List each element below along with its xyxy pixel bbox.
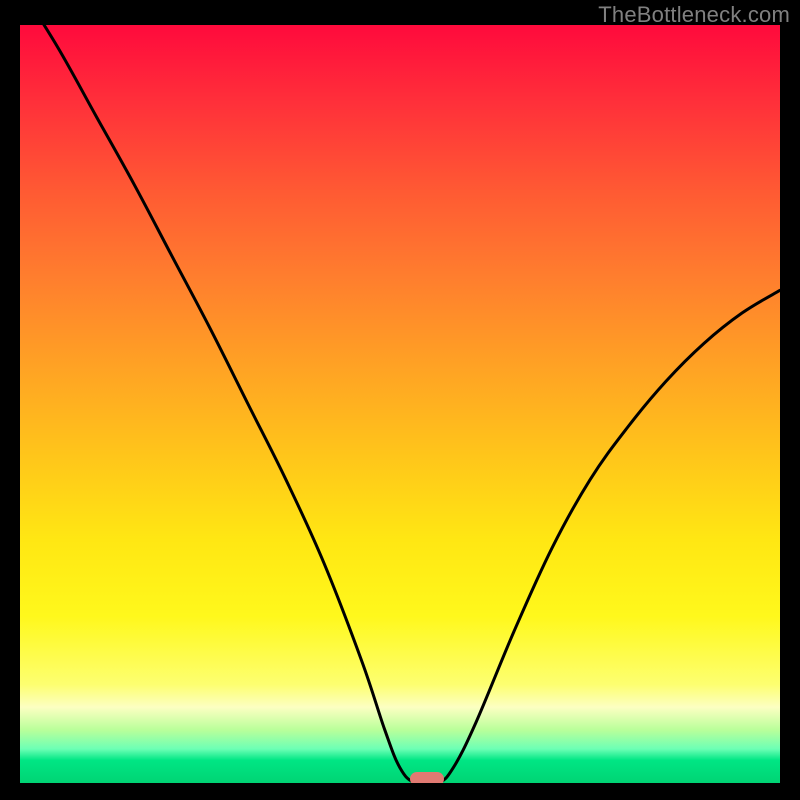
plot-area [20,25,780,783]
bottleneck-curve [20,25,780,783]
optimum-marker [410,772,444,783]
watermark-text: TheBottleneck.com [598,2,790,28]
curve-path [20,25,780,783]
chart-frame: TheBottleneck.com [0,0,800,800]
